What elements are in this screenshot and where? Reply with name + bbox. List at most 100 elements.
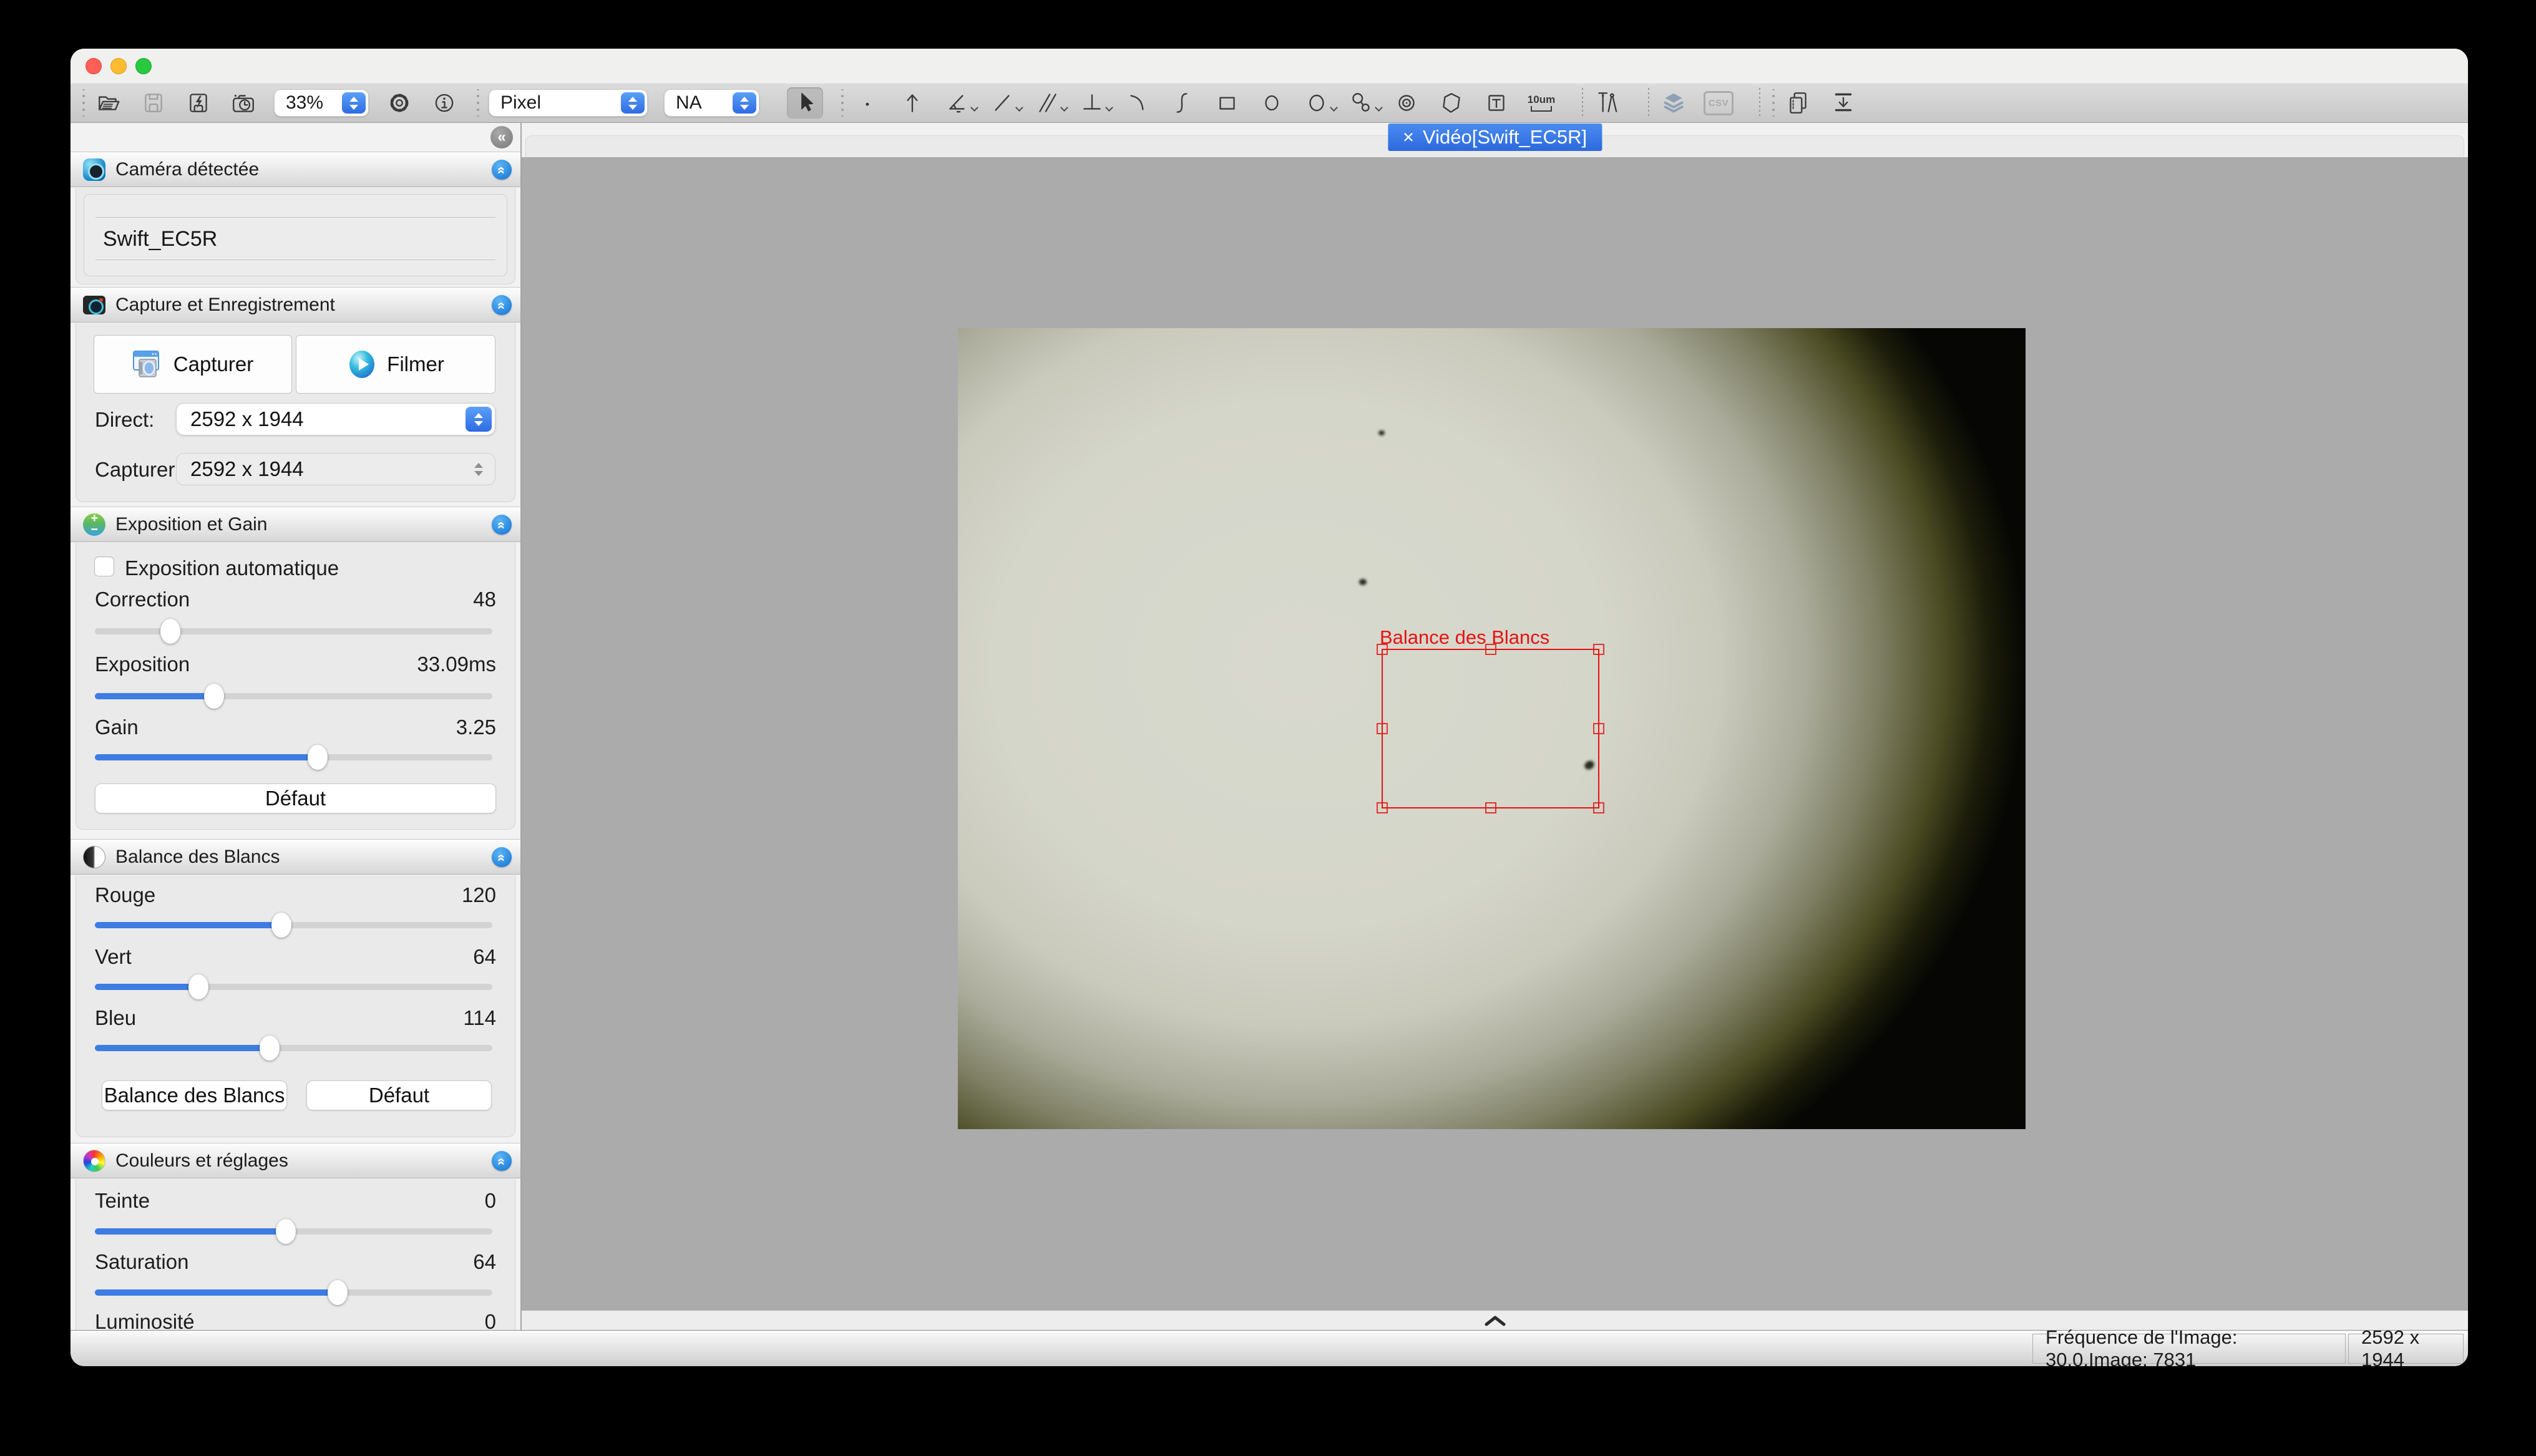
collapse-panel-button[interactable]: « (492, 1151, 512, 1171)
roi-handle[interactable] (1593, 802, 1604, 813)
arrow-tool-button[interactable] (898, 87, 927, 119)
settings-button[interactable] (385, 87, 414, 119)
info-button[interactable] (430, 87, 459, 119)
roi-handle[interactable] (1485, 644, 1496, 655)
slider-thumb[interactable] (260, 1036, 280, 1060)
close-window-button[interactable] (85, 58, 102, 74)
roi-handle[interactable] (1593, 723, 1604, 734)
layers-button[interactable] (1659, 87, 1688, 119)
canvas-area: × Vidéo[Swift_EC5R] Balance des Blancs (522, 123, 2468, 1330)
curve-tool-button[interactable] (1168, 87, 1196, 119)
roi-handle[interactable] (1377, 644, 1388, 655)
perpendicular-tool-button[interactable] (1078, 87, 1106, 119)
rectangle-tool-button[interactable] (1212, 87, 1241, 119)
slider-thumb[interactable] (276, 1219, 296, 1244)
exposure-default-button[interactable]: Défaut (95, 784, 496, 813)
slider-label-row: Luminosité 0 (95, 1309, 496, 1330)
record-button[interactable]: Filmer (296, 335, 495, 394)
unit-select[interactable]: Pixel (489, 89, 648, 117)
roi-handle[interactable] (1485, 802, 1496, 813)
microscope-live-image[interactable]: Balance des Blancs (958, 328, 2026, 1129)
quick-save-button[interactable] (184, 87, 213, 119)
open-file-button[interactable] (94, 87, 123, 119)
slider-thumb[interactable] (204, 684, 224, 709)
slider-thumb[interactable] (160, 619, 180, 644)
red-slider[interactable] (95, 912, 492, 938)
green-label: Vert (95, 945, 132, 969)
zoom-window-button[interactable] (135, 58, 152, 74)
snapshot-button[interactable] (229, 87, 258, 119)
ellipse-tool-button[interactable] (1257, 87, 1286, 119)
circle-tool-button[interactable] (1302, 87, 1331, 119)
white-balance-button[interactable]: Balance des Blancs (102, 1080, 287, 1110)
copy-button[interactable] (1784, 87, 1813, 119)
collapse-panel-button[interactable]: « (492, 160, 512, 180)
roi-handle[interactable] (1377, 723, 1388, 734)
collapse-panel-icon: « (494, 1157, 510, 1163)
linked-circles-icon (1348, 90, 1375, 116)
minimize-window-button[interactable] (110, 58, 127, 74)
resolution-status: 2592 x 1944 (2348, 1334, 2464, 1364)
slider-thumb[interactable] (328, 1280, 348, 1305)
aperture-select[interactable]: NA (664, 89, 759, 117)
panel-body-capture: Capturer Filmer Direct: 2592 x 1944 (76, 323, 515, 502)
capture-resolution-select[interactable]: 2592 x 1944 (176, 453, 495, 485)
roi-handle[interactable] (1377, 802, 1388, 813)
annulus-tool-button[interactable] (1392, 87, 1421, 119)
white-balance-default-button[interactable]: Défaut (306, 1080, 492, 1110)
slider-thumb[interactable] (188, 974, 208, 999)
line-tool-button[interactable] (988, 87, 1017, 119)
angle-tool-button[interactable] (943, 87, 972, 119)
annotation-circles-tool-button[interactable] (1347, 87, 1376, 119)
gain-slider[interactable] (95, 744, 492, 770)
capture-button[interactable]: Capturer (94, 335, 292, 394)
s-curve-icon (1169, 90, 1195, 116)
saturation-slider[interactable] (95, 1279, 492, 1306)
capture-resolution-value: 2592 x 1944 (190, 457, 304, 481)
correction-slider[interactable] (95, 618, 492, 644)
slider-thumb[interactable] (308, 745, 328, 770)
slider-thumb[interactable] (271, 913, 291, 938)
green-slider[interactable] (95, 974, 492, 1000)
white-balance-roi-label: Balance des Blancs (1380, 626, 1549, 649)
chevron-down-icon (1375, 104, 1383, 112)
collapse-panel-button[interactable]: « (492, 847, 512, 867)
slider-label-row: Exposition 33.09ms (95, 651, 496, 677)
toolbar-separator (1582, 88, 1583, 118)
button-label: Défaut (369, 1084, 429, 1107)
collapse-panel-button[interactable]: « (492, 295, 512, 315)
tab-close-icon[interactable]: × (1403, 126, 1414, 148)
measure-settings-button[interactable] (1593, 87, 1622, 119)
pointer-tool-button[interactable] (787, 87, 823, 119)
panel-header-camera: Caméra détectée « (71, 152, 520, 187)
video-tab[interactable]: × Vidéo[Swift_EC5R] (1388, 124, 1602, 151)
arc-tool-button[interactable] (1123, 87, 1151, 119)
point-tool-button[interactable] (853, 87, 882, 119)
correction-value: 48 (473, 588, 496, 611)
collapse-sidebar-button[interactable]: « (490, 126, 513, 148)
text-tool-button[interactable] (1482, 87, 1511, 119)
white-balance-roi[interactable] (1382, 649, 1599, 808)
live-resolution-select[interactable]: 2592 x 1944 (176, 403, 495, 435)
scale-bar-tool-button[interactable]: 10um (1527, 87, 1556, 119)
zoom-level-select[interactable]: 33% (274, 89, 369, 117)
export-image-button[interactable] (1829, 87, 1858, 119)
exposure-slider[interactable] (95, 683, 492, 709)
dust-speck (1359, 579, 1367, 585)
save-button[interactable] (139, 87, 168, 119)
export-csv-button[interactable]: CSV (1704, 87, 1733, 119)
parallel-tool-button[interactable] (1033, 87, 1061, 119)
blue-slider[interactable] (95, 1035, 492, 1061)
polygon-tool-button[interactable] (1437, 87, 1466, 119)
camera-device-item[interactable]: Swift_EC5R (103, 227, 217, 251)
auto-exposure-checkbox[interactable] (94, 556, 114, 576)
stepper-icon (733, 92, 756, 114)
collapse-sidebar-icon: « (497, 129, 505, 146)
panel-body-white-balance: Rouge 120 Vert 64 Bleu 114 (76, 875, 515, 1137)
panel-header-capture: Capture et Enregistrement « (71, 287, 520, 323)
chevron-down-icon (1330, 104, 1338, 112)
collapse-panel-icon: « (494, 301, 510, 308)
hue-slider[interactable] (95, 1218, 492, 1245)
roi-handle[interactable] (1593, 644, 1604, 655)
collapse-panel-button[interactable]: « (492, 515, 512, 535)
